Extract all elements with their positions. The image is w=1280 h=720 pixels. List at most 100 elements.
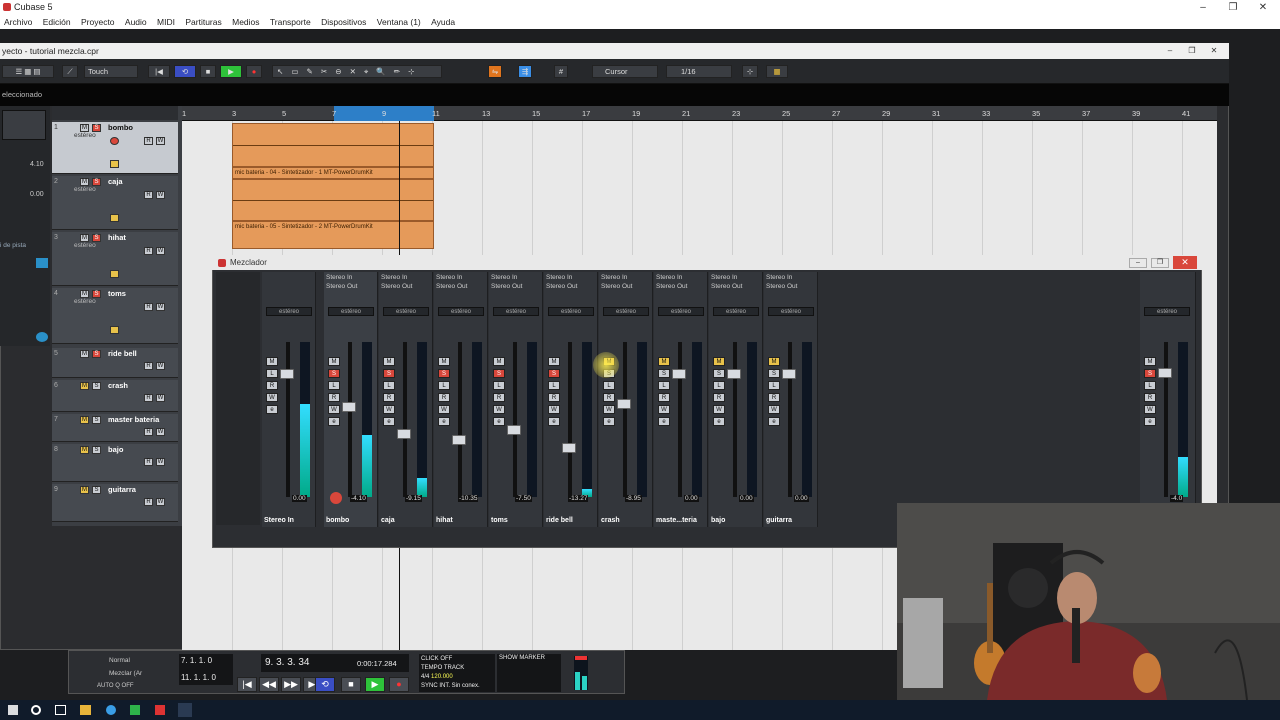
edit-icon[interactable] (110, 160, 119, 168)
track-row[interactable]: 5 M S ride bell R W (52, 348, 178, 378)
transport-mode-mix[interactable]: Mezclar (Ar (109, 670, 142, 677)
pan-control[interactable]: estéreo (768, 307, 814, 316)
tempo-mode[interactable]: TEMPO TRACK (421, 664, 493, 673)
volume-fader[interactable] (782, 369, 796, 379)
audio-event[interactable] (232, 179, 434, 221)
record-button[interactable]: ● (246, 65, 262, 78)
pan-control[interactable]: estéreo (383, 307, 429, 316)
excel-icon[interactable] (130, 705, 140, 715)
play-button[interactable]: ▶ (365, 677, 385, 692)
pan-control[interactable]: estéreo (493, 307, 539, 316)
inspector-toggle-icon[interactable] (36, 258, 48, 268)
volume-fader[interactable] (452, 435, 466, 445)
write-icon[interactable]: W (156, 428, 165, 436)
chrome-icon[interactable] (106, 705, 116, 715)
volume-fader[interactable] (507, 424, 521, 435)
mute-icon[interactable]: M (80, 290, 89, 298)
master-volume-fader[interactable] (1158, 368, 1172, 378)
transport-mode-normal[interactable]: Normal (109, 657, 130, 664)
track-row[interactable]: 9 M S guitarra R W (52, 484, 178, 522)
master-channel-strip[interactable]: estéreo MSLRWe -4.0 (1140, 272, 1196, 527)
volume-fader[interactable] (397, 429, 411, 439)
menu-ayuda[interactable]: Ayuda (427, 15, 459, 29)
read-icon[interactable]: R (144, 458, 153, 466)
pan-control[interactable]: estéreo (713, 307, 759, 316)
position-bars[interactable]: 9. 3. 3. 34 (265, 657, 309, 668)
solo-icon[interactable]: S (92, 382, 101, 390)
search-icon[interactable] (31, 705, 41, 715)
marker-label[interactable]: MARKER (519, 655, 545, 661)
channel-strip[interactable]: Stereo In Stereo Out estéreo MSLRWe -9.15… (379, 272, 433, 527)
write-icon[interactable]: W (156, 247, 165, 255)
mute-icon[interactable]: M (80, 446, 89, 454)
timeline-ruler[interactable]: 1 3 5 7 9 11 13 15 17 19 21 23 25 27 29 … (182, 106, 1217, 121)
rewind-button[interactable]: ◀◀ (259, 677, 279, 692)
auto-quantize[interactable]: AUTO Q OFF (97, 683, 134, 689)
track-row[interactable]: 1 M S bombo estéreo R W (52, 122, 178, 174)
channel-strip[interactable]: Stereo In Stereo Out estéreo MSLRWe -10.3… (434, 272, 488, 527)
position-time[interactable]: 0:00:17.284 (357, 659, 397, 668)
mute-icon[interactable]: M (80, 486, 89, 494)
quantize-select[interactable]: 1/16 (666, 65, 732, 78)
menu-audio[interactable]: Audio (121, 15, 151, 29)
channel-strip[interactable]: Stereo In Stereo Out estéreo MSLRWe 0.00 … (709, 272, 763, 527)
inspector-monitor-icon[interactable] (36, 332, 48, 342)
menu-archivo[interactable]: Archivo (0, 15, 36, 29)
menu-edicion[interactable]: Edición (39, 15, 75, 29)
time-signature[interactable]: 4/4 (421, 674, 429, 680)
pan-control[interactable]: estéreo (658, 307, 704, 316)
pan-control[interactable]: estéreo (548, 307, 594, 316)
cubase-taskbar-icon[interactable] (178, 703, 192, 717)
read-icon[interactable]: R (144, 303, 153, 311)
solo-icon[interactable]: S (92, 234, 101, 242)
channel-strip[interactable]: Stereo InStereo Out estéreo MSLRWe -8.95… (593, 272, 653, 527)
track-row[interactable]: 6 M S crash R W (52, 380, 178, 412)
write-icon[interactable]: W (156, 394, 165, 402)
read-icon[interactable]: R (144, 428, 153, 436)
mute-icon[interactable]: M (80, 124, 89, 132)
color-palette-icon[interactable]: ▦ (766, 65, 788, 78)
mute-icon[interactable]: M (80, 416, 89, 424)
track-row[interactable]: 7 M S master bateria R W (52, 414, 178, 442)
stop-button[interactable]: ■ (341, 677, 361, 692)
pan-control[interactable]: estéreo (1144, 307, 1190, 316)
solo-icon[interactable]: S (92, 290, 101, 298)
menu-medios[interactable]: Medios (228, 15, 263, 29)
app-icon[interactable] (155, 705, 165, 715)
menu-proyecto[interactable]: Proyecto (77, 15, 119, 29)
left-locator[interactable]: 7. 1. 1. 0 (181, 656, 231, 665)
write-icon[interactable]: W (156, 458, 165, 466)
audio-event[interactable] (232, 123, 434, 167)
channel-strip[interactable]: Stereo In Stereo Out estéreo MSLRWe 0.00 … (654, 272, 708, 527)
write-icon[interactable]: W (156, 303, 165, 311)
channel-strip[interactable]: Stereo In Stereo Out estéreo MSLRWe -13.2… (544, 272, 598, 527)
go-to-start-button[interactable]: |◀ (148, 65, 170, 78)
mixer-maximize-button[interactable]: ❐ (1151, 258, 1169, 268)
solo-icon[interactable]: S (92, 486, 101, 494)
menu-dispositivos[interactable]: Dispositivos (317, 15, 370, 29)
forward-button[interactable]: ▶▶ (281, 677, 301, 692)
write-icon[interactable]: W (156, 137, 165, 145)
sync-status[interactable]: SYNC INT. Sin conex. (421, 682, 493, 691)
track-row[interactable]: 2 M S caja estéreo R W (52, 176, 178, 230)
volume-fader[interactable] (562, 442, 576, 453)
channel-strip[interactable]: Stereo In Stereo Out estéreo MSLRWe -7.50… (489, 272, 543, 527)
grid-icon[interactable]: # (554, 65, 568, 78)
automation-mode-select[interactable]: Touch (84, 65, 138, 78)
tools-group[interactable]: ↖ ▭ ✎ ✂ ⊖ ✕ ⌖ 🔍 ✏ ⊹ (272, 65, 442, 78)
mute-icon[interactable]: M (80, 350, 89, 358)
project-close-button[interactable]: ✕ (1199, 44, 1229, 57)
menu-transporte[interactable]: Transporte (266, 15, 315, 29)
cycle-button[interactable]: ⟲ (315, 677, 335, 692)
cycle-icon[interactable]: ⟲ (174, 65, 196, 78)
show-markers[interactable]: SHOW (499, 655, 518, 661)
read-icon[interactable]: R (144, 394, 153, 402)
pan-control[interactable]: estéreo (438, 307, 484, 316)
volume-fader[interactable] (727, 369, 741, 379)
autoscroll-icon[interactable]: ⇶ (518, 65, 532, 78)
stop-button[interactable]: ■ (200, 65, 216, 78)
right-locator[interactable]: 11. 1. 1. 0 (179, 673, 233, 685)
read-icon[interactable]: R (144, 137, 153, 145)
start-icon[interactable] (8, 705, 18, 715)
snap-toggle-icon[interactable]: ⇋ (488, 65, 502, 78)
